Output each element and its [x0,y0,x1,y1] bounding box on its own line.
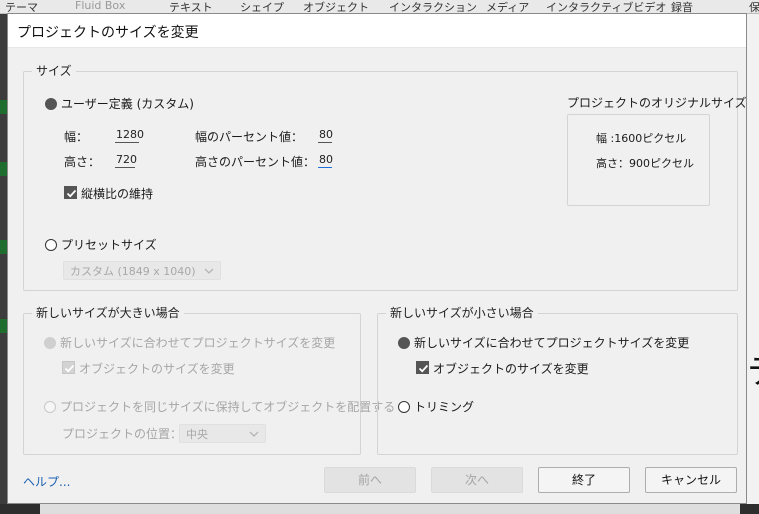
height-label: 高さ： [64,155,101,169]
larger-size-legend: 新しいサイズが大きい場合 [32,306,184,321]
height-percent-label: 高さのパーセント値： [195,155,316,169]
larger-keep-size-radio[interactable] [44,401,56,413]
smaller-resize-radio[interactable] [398,337,410,349]
preset-size-radio[interactable] [45,239,57,251]
canvas-text-fragment: テ [747,344,759,393]
chevron-down-icon [249,431,259,437]
larger-resize-label[interactable]: 新しいサイズに合わせてプロジェクトサイズを変更 [60,334,335,351]
menu-record[interactable]: 録音 [671,0,693,13]
trim-label[interactable]: トリミング [414,398,474,415]
preset-size-dropdown[interactable]: カスタム (1849 x 1040) [63,261,221,280]
preset-size-value: カスタム (1849 x 1040) [70,265,196,278]
app-bottom-strip [0,504,759,514]
size-group: サイズ ユーザー定義 (カスタム) 幅： 1280 幅のパーセント値： 80 高… [23,64,747,291]
help-link[interactable]: ヘルプ... [23,473,70,490]
custom-size-label[interactable]: ユーザー定義 (カスタム) [61,95,194,112]
larger-resize-radio[interactable] [44,337,56,349]
smaller-size-group: 新しいサイズが小さい場合 新しいサイズに合わせてプロジェクトサイズを変更 オブジ… [377,306,738,455]
larger-size-group: 新しいサイズが大きい場合 新しいサイズに合わせてプロジェクトサイズを変更 オブジ… [23,306,395,455]
chevron-down-icon [204,268,214,274]
preset-size-label[interactable]: プリセットサイズ [61,236,157,253]
menu-theme[interactable]: テーマ [5,0,38,13]
smaller-resize-label[interactable]: 新しいサイズに合わせてプロジェクトサイズを変更 [414,334,689,351]
menu-interaction[interactable]: インタラクション [389,0,477,13]
menu-interactive-video[interactable]: インタラクティブビデオ [546,0,666,13]
menu-fluid-box[interactable]: Fluid Box [75,0,125,12]
menu-text[interactable]: テキスト [169,0,213,13]
prev-button[interactable]: 前へ [324,467,416,493]
menu-save[interactable]: 保 [749,0,759,13]
project-position-dropdown[interactable]: 中央 [179,424,266,443]
checkmark-icon [64,364,75,373]
trim-radio[interactable] [398,401,410,413]
checkmark-icon [418,364,429,373]
panel-marker [0,319,7,333]
project-position-label: プロジェクトの位置： [62,427,183,441]
width-percent-input[interactable]: 80 [318,127,333,143]
width-input[interactable]: 1280 [115,127,144,143]
original-height-text: 高さ：900ピクセル [596,157,694,170]
checkmark-icon [66,189,77,198]
height-percent-input[interactable]: 80 [318,152,333,168]
project-position-value: 中央 [186,428,208,441]
app-canvas-edge: テ [747,14,759,514]
smaller-resize-objects-label[interactable]: オブジェクトのサイズを変更 [433,360,589,377]
original-width-text: 幅 :1600ピクセル [596,132,687,145]
menu-media[interactable]: メディア [486,0,529,13]
original-size-box: 幅 :1600ピクセル 高さ：900ピクセル [567,114,710,206]
menu-shape[interactable]: シェイプ [240,0,284,13]
menu-object[interactable]: オブジェクト [303,0,369,13]
smaller-size-legend: 新しいサイズが小さい場合 [386,306,538,321]
larger-keep-size-label[interactable]: プロジェクトを同じサイズに保持してオブジェクトを配置する [60,398,395,415]
panel-marker [0,162,7,176]
finish-button[interactable]: 終了 [538,467,630,493]
next-button[interactable]: 次へ [431,467,523,493]
smaller-resize-objects-checkbox[interactable] [416,361,429,374]
larger-resize-objects-label[interactable]: オブジェクトのサイズを変更 [79,360,235,377]
height-input[interactable]: 720 [115,152,137,168]
app-left-panel [0,14,7,514]
resize-project-dialog: プロジェクトのサイズを変更 サイズ ユーザー定義 (カスタム) 幅： 1280 … [7,13,747,504]
keep-aspect-checkbox[interactable] [64,186,77,199]
panel-marker [0,240,7,254]
width-label: 幅： [64,130,89,144]
panel-marker [0,100,7,114]
keep-aspect-label[interactable]: 縦横比の維持 [81,185,153,202]
width-percent-label: 幅のパーセント値： [195,130,304,144]
original-size-title: プロジェクトのオリジナルサイズ [567,96,747,110]
cancel-button[interactable]: キャンセル [645,467,737,493]
size-group-legend: サイズ [32,64,76,79]
custom-size-radio[interactable] [45,98,57,110]
dialog-title: プロジェクトのサイズを変更 [8,14,746,48]
app-menubar: テーマ Fluid Box テキスト シェイプ オブジェクト インタラクション … [0,0,759,14]
larger-resize-objects-checkbox[interactable] [62,361,75,374]
